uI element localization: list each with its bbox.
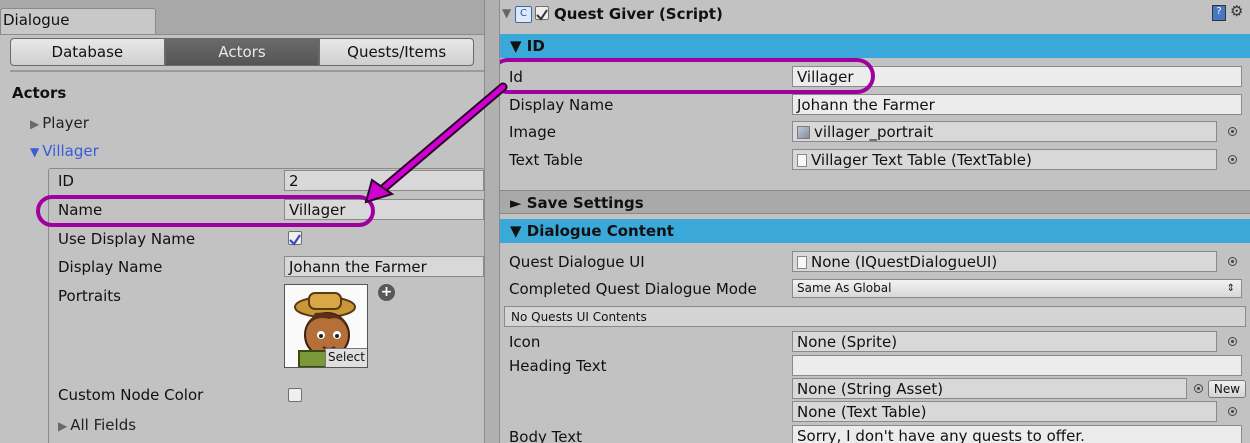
highlight-connector-arrow [364,82,508,204]
